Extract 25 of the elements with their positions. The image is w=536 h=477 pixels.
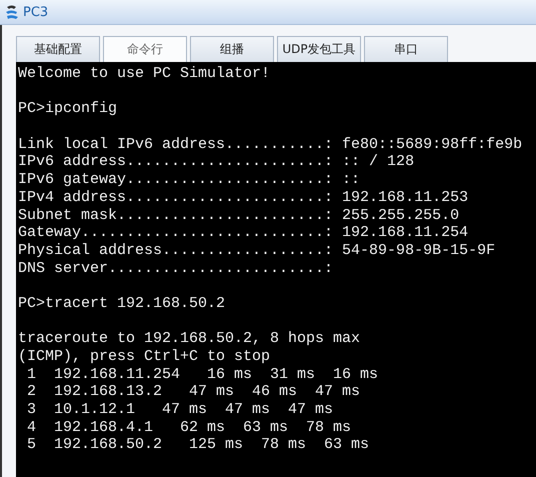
- terminal-line: (ICMP), press Ctrl+C to stop: [18, 348, 270, 366]
- terminal-line: 4 192.168.4.1 62 ms 63 ms 78 ms: [26, 418, 352, 436]
- tab[interactable]: 串口: [364, 36, 448, 62]
- tab[interactable]: 基础配置: [16, 36, 100, 62]
- terminal-line: DNS server........................:: [18, 260, 334, 278]
- terminal-line: 3 10.1.12.1 47 ms 47 ms 47 ms: [26, 401, 334, 419]
- tab[interactable]: UDP发包工具: [277, 36, 361, 62]
- terminal-line: Welcome to use PC Simulator!: [18, 65, 270, 83]
- tab[interactable]: 命令行: [103, 36, 187, 62]
- terminal-line: Gateway...........................: 192.168.11.254: [18, 224, 468, 242]
- terminal-line: IPv6 address......................: :: / 128: [18, 153, 414, 172]
- terminal-line: 1 192.168.11.254 16 ms 31 ms 16 ms: [26, 366, 378, 384]
- terminal-line: Link local IPv6 address...........: fe80::5689:98ff:fe9b: [18, 136, 522, 154]
- terminal-line: IPv6 gateway......................: ::: [18, 171, 360, 189]
- terminal-line: PC>ipconfig: [18, 100, 118, 118]
- terminal-line: IPv4 address......................: 192.168.11.253: [18, 188, 468, 206]
- window-title: PC3: [23, 4, 48, 20]
- app-icon: [4, 4, 20, 20]
- tab[interactable]: 组播: [190, 36, 274, 62]
- terminal-line: 5 192.168.50.2 125 ms 78 ms 63 ms: [26, 436, 370, 454]
- terminal-line: Physical address..................: 54-89-98-9B-15-9F: [18, 242, 496, 260]
- terminal-line: Subnet mask.......................: 255.255.255.0: [18, 206, 460, 224]
- terminal-line: PC>tracert 192.168.50.2: [18, 294, 226, 313]
- terminal-line: traceroute to 192.168.50.2, 8 hops max: [18, 330, 360, 348]
- terminal-line: 2 192.168.13.2 47 ms 46 ms 47 ms: [26, 383, 360, 402]
